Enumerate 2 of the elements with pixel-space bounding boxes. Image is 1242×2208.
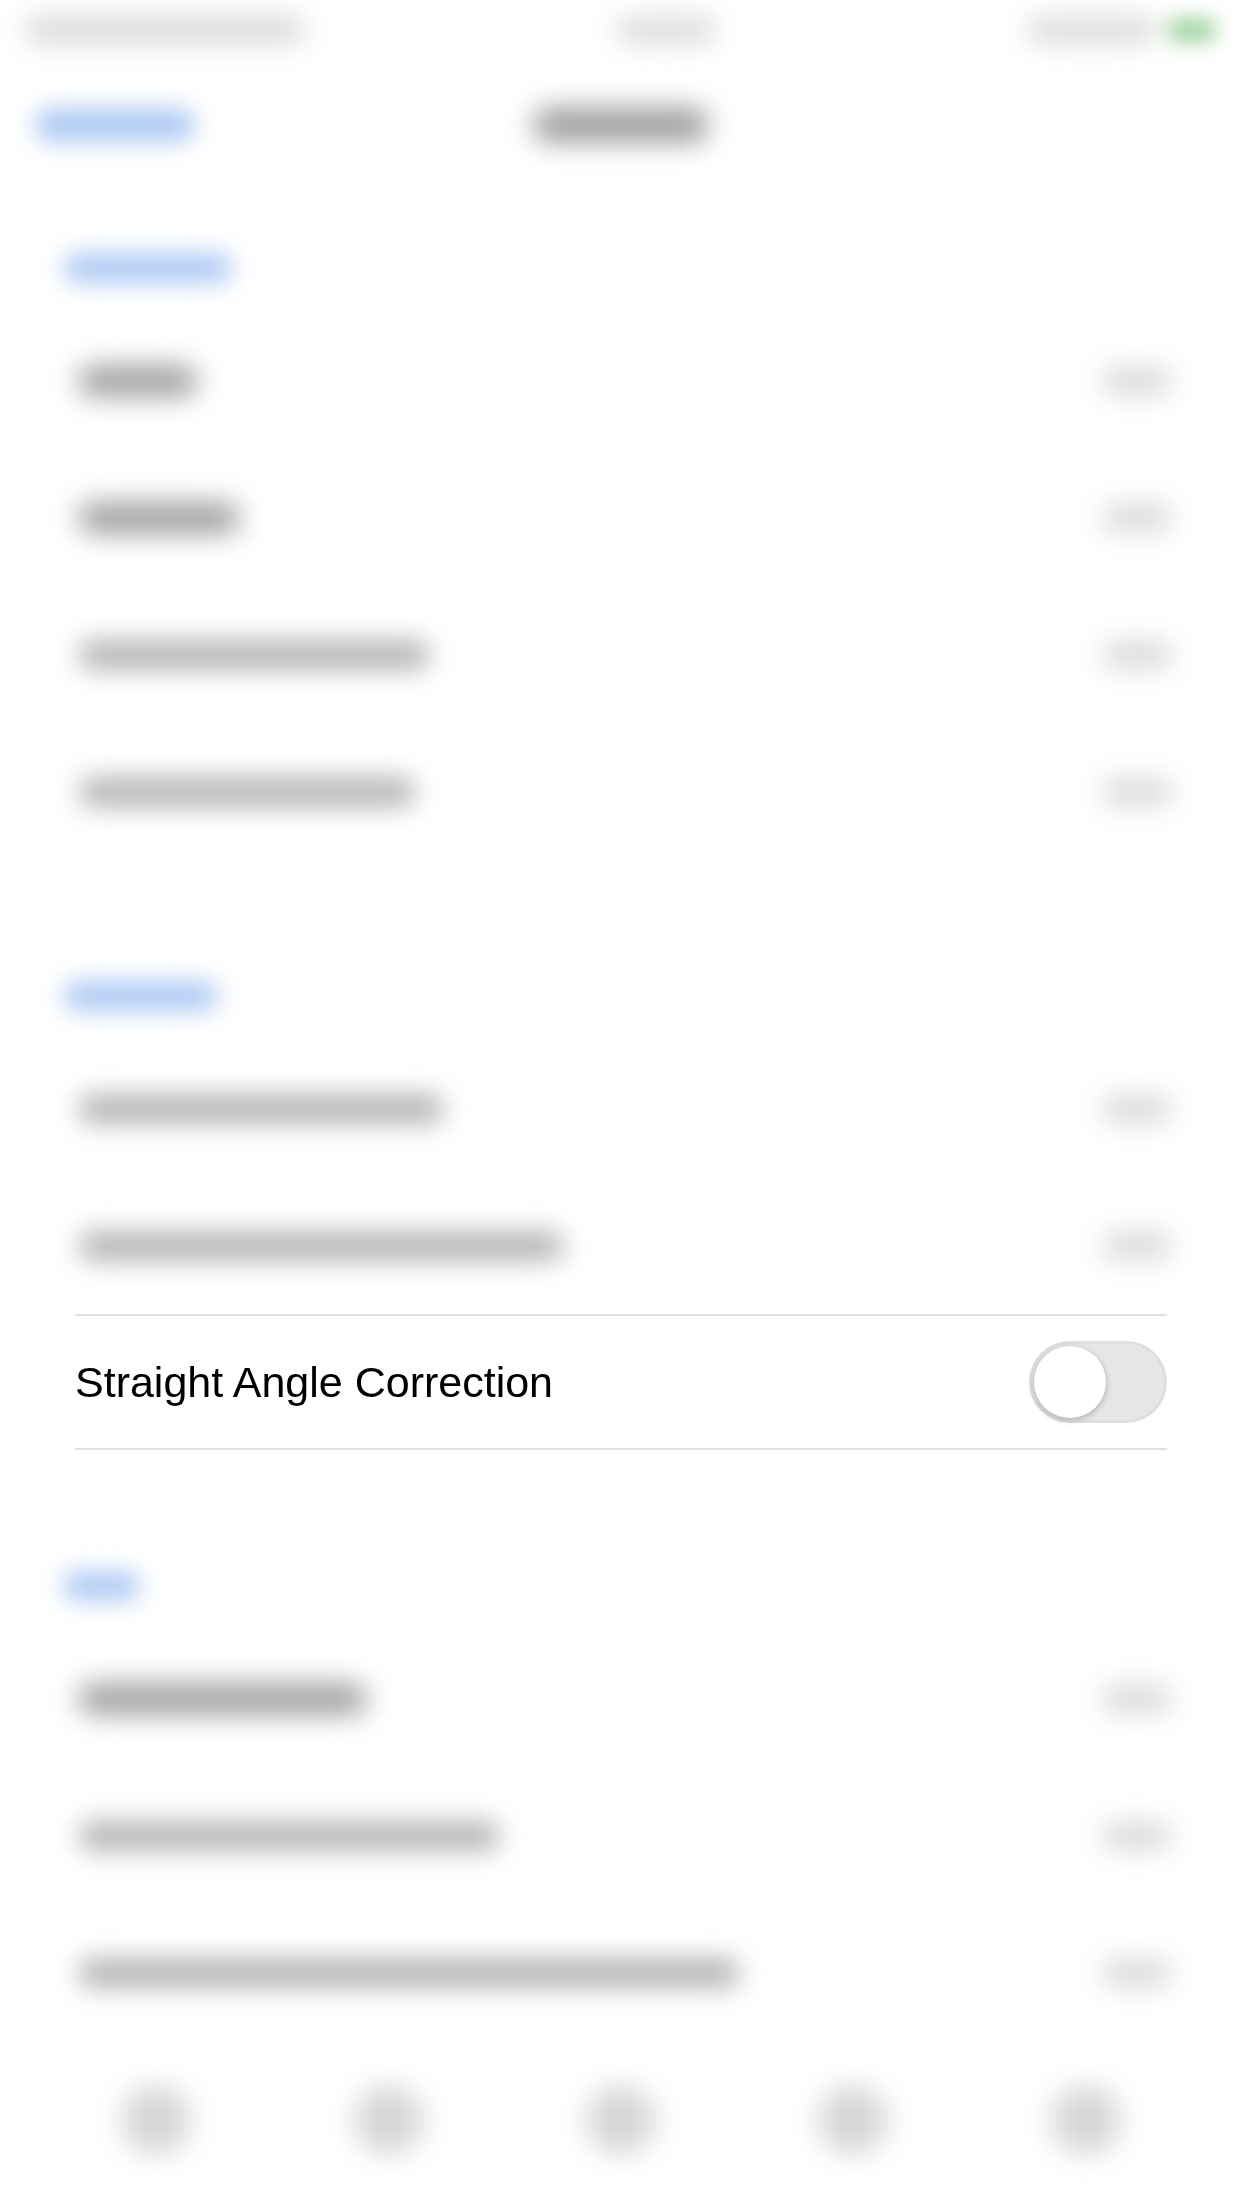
setting-label: Straight Angle Correction (75, 1360, 554, 1404)
blurred-battery-drawing (1167, 18, 1217, 42)
